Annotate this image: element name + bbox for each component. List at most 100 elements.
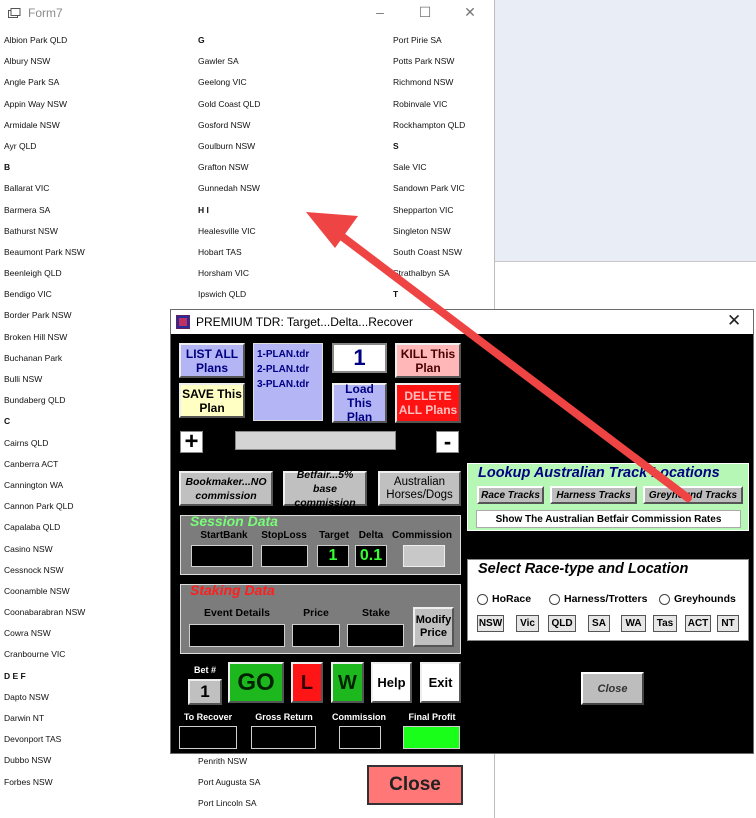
track-item: C (4, 416, 11, 427)
premium-titlebar: PREMIUM TDR: Target...Delta...Recover ✕ (171, 310, 753, 334)
target-input[interactable]: 1 (317, 545, 349, 567)
state-button-nt[interactable]: NT (717, 615, 739, 632)
track-item: Armidale NSW (4, 119, 60, 130)
state-button-wa[interactable]: WA (621, 615, 646, 632)
minus-button[interactable]: - (436, 429, 459, 454)
close-icon[interactable]: ✕ (727, 311, 741, 331)
track-item: Coonabarabran NSW (4, 607, 86, 618)
race-tracks-button[interactable]: Race Tracks (477, 486, 544, 504)
plan-item[interactable]: 2-PLAN.tdr (257, 362, 322, 377)
betfair-button[interactable]: Betfair...5% base commission (283, 469, 367, 509)
state-button-act[interactable]: ACT (685, 615, 711, 632)
premium-title: PREMIUM TDR: Target...Delta...Recover (196, 315, 413, 329)
track-item: Canberra ACT (4, 458, 59, 469)
track-item: Dapto NSW (4, 691, 49, 702)
track-item: Albion Park QLD (4, 35, 68, 45)
track-item: D E F (4, 670, 26, 681)
horace-label: HoRace (492, 593, 532, 605)
track-item: Potts Park NSW (393, 56, 455, 67)
modify-price-button[interactable]: Modify Price (413, 607, 454, 647)
greyhounds-label: Greyhounds (674, 593, 736, 605)
close-icon[interactable]: ✕ (460, 4, 480, 21)
go-button[interactable]: GO (228, 662, 284, 703)
track-item: Sale VIC (393, 162, 427, 173)
track-item: Grafton NSW (198, 162, 249, 173)
staking-title: Staking Data (190, 582, 275, 598)
track-item: Devonport TAS (4, 734, 62, 745)
plan-list[interactable]: 1-PLAN.tdr 2-PLAN.tdr 3-PLAN.tdr (253, 343, 323, 421)
track-item: Cannon Park QLD (4, 501, 74, 512)
bookmaker-button[interactable]: Bookmaker...NO commission (179, 471, 273, 506)
list-all-plans-button[interactable]: LIST ALL Plans (179, 343, 245, 378)
track-item: Ballarat VIC (4, 183, 50, 194)
load-plan-button[interactable]: Load This Plan (332, 382, 387, 424)
price-input[interactable] (292, 624, 340, 647)
stake-label: Stake (361, 607, 391, 619)
commission-rates-button[interactable]: Show The Australian Betfair Commission R… (476, 510, 741, 528)
event-details-input[interactable] (189, 624, 285, 647)
commission-input[interactable] (403, 545, 445, 567)
horace-radio[interactable]: HoRace (477, 593, 531, 605)
track-item: Bendigo VIC (4, 289, 52, 300)
harness-tracks-button[interactable]: Harness Tracks (550, 486, 637, 504)
event-details-label: Event Details (204, 607, 270, 619)
plan-number: 1 (332, 343, 387, 373)
track-item: Buchanan Park (4, 352, 63, 363)
state-button-tas[interactable]: Tas (653, 615, 677, 632)
commission-result-value (339, 726, 381, 749)
track-item: Forbes NSW (4, 776, 53, 787)
final-profit-label: Final Profit (408, 712, 456, 722)
plan-item[interactable]: 1-PLAN.tdr (257, 347, 322, 362)
background-desktop (495, 0, 756, 262)
target-label: Target (319, 530, 349, 541)
to-recover-label: To Recover (183, 712, 233, 722)
state-button-sa[interactable]: SA (588, 615, 610, 632)
lose-button[interactable]: L (291, 662, 323, 703)
harness-label: Harness/Trotters (564, 593, 648, 605)
track-item: Cessnock NSW (4, 564, 64, 575)
final-profit-value (403, 726, 460, 749)
lookup-track-panel: Lookup Australian Track Locations Race T… (467, 463, 749, 531)
greyhound-tracks-button[interactable]: Greyhound Tracks (643, 486, 743, 504)
stake-input[interactable] (347, 624, 404, 647)
plan-item[interactable]: 3-PLAN.tdr (257, 377, 322, 392)
greyhounds-radio[interactable]: Greyhounds (659, 593, 736, 605)
track-item: Appin Way NSW (4, 98, 67, 109)
stoploss-label: StopLoss (261, 530, 307, 541)
state-button-vic[interactable]: Vic (516, 615, 539, 632)
state-button-nsw[interactable]: NSW (477, 615, 504, 632)
minimize-icon[interactable]: – (370, 4, 390, 20)
save-plan-button[interactable]: SAVE This Plan (179, 383, 245, 418)
maximize-icon[interactable]: ☐ (415, 4, 435, 21)
plus-button[interactable]: + (180, 430, 203, 454)
track-column-3: Port Pirie SA Potts Park NSW Richmond NSW R… (393, 33, 465, 308)
close-small-button[interactable]: Close (581, 672, 644, 705)
track-item: Cranbourne VIC (4, 649, 66, 660)
stoploss-input[interactable] (261, 545, 308, 567)
track-item: Capalaba QLD (4, 522, 61, 533)
close-button[interactable]: Close (367, 765, 463, 805)
delta-label: Delta (358, 530, 384, 541)
exit-button[interactable]: Exit (420, 662, 461, 703)
track-item: Bundaberg QLD (4, 395, 66, 406)
help-button[interactable]: Help (371, 662, 412, 703)
session-data-group: Session Data StartBank StopLoss Target D… (180, 513, 461, 575)
harness-radio[interactable]: Harness/Trotters (549, 593, 647, 605)
track-item: Dubbo NSW (4, 755, 52, 766)
scroll-bar[interactable] (235, 431, 396, 450)
track-item: Robinvale VIC (393, 98, 448, 109)
app-icon (176, 315, 190, 329)
track-item: Geelong VIC (198, 77, 247, 88)
track-item: Port Lincoln SA (198, 798, 257, 809)
track-item: Border Park NSW (4, 310, 72, 321)
track-item: Goulburn NSW (198, 140, 256, 151)
kill-plan-button[interactable]: KILL This Plan (395, 343, 461, 378)
win-button[interactable]: W (331, 662, 364, 703)
price-label: Price (303, 607, 329, 619)
australian-horses-dogs-button[interactable]: Australian Horses/Dogs (378, 471, 461, 506)
startbank-input[interactable] (191, 545, 253, 567)
track-item: Shepparton VIC (393, 204, 454, 215)
delta-input[interactable]: 0.1 (355, 545, 387, 567)
state-button-qld[interactable]: QLD (548, 615, 576, 632)
delete-all-plans-button[interactable]: DELETE ALL Plans (395, 383, 461, 423)
